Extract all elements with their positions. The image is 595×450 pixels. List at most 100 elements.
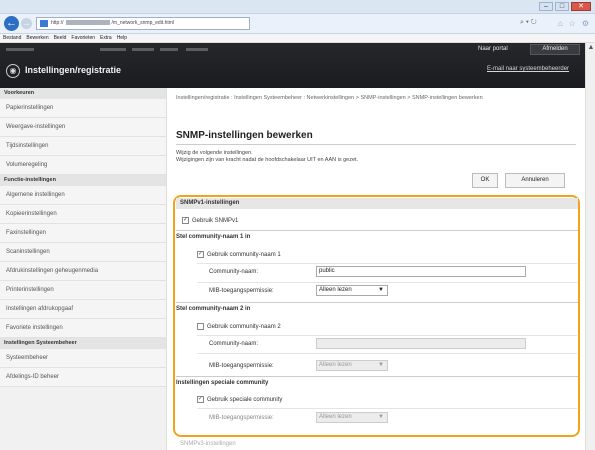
browser-menubar: Bestand Bewerken Beeld Favorieten Extra …	[0, 34, 595, 43]
use-community1-row[interactable]: ✓ Gebruik community-naam 1	[197, 251, 281, 258]
address-tools[interactable]: ⌕ ▾ ↻	[520, 19, 537, 27]
community1-name-label: Community-naam:	[209, 269, 259, 275]
settings-gear-icon[interactable]: ⚙	[582, 19, 589, 28]
window-controls: – □ ✕	[539, 2, 591, 11]
favorites-star-icon[interactable]: ☆	[569, 19, 576, 28]
use-community2-row[interactable]: Gebruik community-naam 2	[197, 323, 281, 330]
community2-mib-select: Alleen lezen ▼	[316, 360, 388, 371]
sidebar-item-paper[interactable]: Papierinstellingen	[0, 99, 166, 118]
row-divider	[197, 263, 577, 264]
sidebar-item-memory-media-print[interactable]: Afdrukinstellingen geheugenmedia	[0, 262, 166, 281]
sidebar-item-system-admin[interactable]: Systeembeheer	[0, 349, 166, 368]
menu-favorieten[interactable]: Favorieten	[71, 34, 95, 42]
community1-mib-select[interactable]: Alleen lezen ▼	[316, 285, 388, 296]
page-scrollbar[interactable]: ▲	[585, 43, 595, 450]
redacted-text	[6, 48, 34, 51]
sidebar-item-scan[interactable]: Scaninstellingen	[0, 243, 166, 262]
home-toolbar-icon[interactable]: ⌂	[558, 19, 563, 28]
sidebar-item-favorites[interactable]: Favoriete instellingen	[0, 319, 166, 338]
intro-line-2: Wijzigingen zijn van kracht nadat de hoo…	[176, 157, 359, 163]
row-divider	[197, 408, 577, 409]
forward-arrow-icon[interactable]: →	[21, 18, 32, 29]
use-community1-label: Gebruik community-naam 1	[207, 251, 281, 258]
community2-heading: Stel community-naam 2 in	[176, 306, 251, 312]
community2-mib-value: Alleen lezen	[319, 362, 352, 368]
page-favicon-icon	[40, 20, 48, 27]
app-title: Instellingen/registratie	[25, 65, 122, 75]
address-suffix: /m_network_snmp_edit.html	[111, 20, 175, 26]
address-bar[interactable]: http:// /m_network_snmp_edit.html	[36, 17, 250, 30]
address-prefix: http://	[51, 20, 64, 26]
sidebar-item-time[interactable]: Tijdsinstellingen	[0, 137, 166, 156]
use-community2-checkbox[interactable]	[197, 323, 204, 330]
use-snmpv1-label: Gebruik SNMPv1	[192, 217, 239, 224]
sidebar-section-admin: Instellingen Systeembeheer	[0, 338, 166, 349]
main-content: Instellingen/registratie : Instellingen …	[167, 88, 585, 450]
intro-line-1: Wijzig de volgende instellingen.	[176, 150, 253, 156]
community1-name-input[interactable]: public	[316, 266, 526, 277]
row-divider	[197, 353, 577, 354]
use-snmpv1-row[interactable]: ✓ Gebruik SNMPv1	[182, 217, 238, 224]
close-button[interactable]: ✕	[571, 2, 591, 11]
redacted-text	[100, 48, 126, 51]
sidebar-item-fax[interactable]: Faxinstellingen	[0, 224, 166, 243]
sidebar-item-display[interactable]: Weergave-instellingen	[0, 118, 166, 137]
menu-extra[interactable]: Extra	[100, 34, 112, 42]
divider	[176, 230, 578, 231]
address-tools-icons[interactable]: ⌕ ▾ ↻	[520, 19, 537, 27]
sidebar-item-printer[interactable]: Printerinstellingen	[0, 281, 166, 300]
sidebar-item-copy[interactable]: Kopieerinstellingen	[0, 205, 166, 224]
browser-titlebar: – □ ✕	[0, 0, 595, 14]
maximize-button[interactable]: □	[555, 2, 569, 11]
logout-button[interactable]: Afmelden	[530, 44, 580, 55]
menu-beeld[interactable]: Beeld	[54, 34, 67, 42]
snmpv1-section-header: SNMPv1-instellingen	[176, 198, 578, 209]
sidebar-item-print-job[interactable]: Instellingen afdrukopgaaf	[0, 300, 166, 319]
special-mib-select[interactable]: Alleen lezen ▼	[316, 412, 388, 423]
use-special-community-label: Gebruik speciale community	[207, 396, 283, 403]
mail-admin-link[interactable]: E-mail naar systeembeheerder	[487, 66, 569, 72]
app-header: Naar portal Afmelden ◉ Instellingen/regi…	[0, 43, 585, 88]
sidebar: Voorkeuren Papierinstellingen Weergave-i…	[0, 88, 167, 450]
cancel-button[interactable]: Annuleren	[505, 173, 565, 188]
sidebar-item-department-id[interactable]: Afdelings-ID beheer	[0, 368, 166, 387]
redacted-text	[160, 48, 178, 51]
sidebar-section-preferences: Voorkeuren	[0, 88, 166, 99]
menu-help[interactable]: Help	[117, 34, 127, 42]
sidebar-item-volume[interactable]: Volumeregeling	[0, 156, 166, 175]
use-snmpv1-checkbox[interactable]: ✓	[182, 217, 189, 224]
sidebar-item-general[interactable]: Algemene instellingen	[0, 186, 166, 205]
use-special-community-checkbox[interactable]: ✓	[197, 396, 204, 403]
community1-mib-value: Alleen lezen	[319, 287, 352, 293]
menu-bewerken[interactable]: Bewerken	[26, 34, 48, 42]
special-community-heading: Instellingen speciale community	[176, 380, 269, 386]
title-divider	[176, 144, 576, 145]
ok-button[interactable]: OK	[472, 173, 498, 188]
chevron-down-icon: ▼	[378, 362, 384, 368]
page-title: SNMP-instellingen bewerken	[176, 130, 313, 141]
browser-toolbar-icons: ⌂ ☆ ⚙	[558, 19, 589, 28]
minimize-button[interactable]: –	[539, 2, 553, 11]
community2-name-input	[316, 338, 526, 349]
use-special-community-row[interactable]: ✓ Gebruik speciale community	[197, 396, 282, 403]
menu-bestand[interactable]: Bestand	[3, 34, 21, 42]
divider	[176, 302, 578, 303]
breadcrumb: Instellingen/registratie : Instellingen …	[176, 95, 483, 101]
scroll-up-icon[interactable]: ▲	[586, 43, 595, 53]
settings-home-icon[interactable]: ◉	[6, 64, 20, 78]
divider	[176, 376, 578, 377]
snmpv3-section-header: SNMPv3-instellingen	[180, 441, 236, 447]
use-community1-checkbox[interactable]: ✓	[197, 251, 204, 258]
use-community2-label: Gebruik community-naam 2	[207, 323, 281, 330]
special-mib-label: MIB-toegangspermissie:	[209, 415, 274, 421]
browser-navbar: ← → http:// /m_network_snmp_edit.html ⌕ ▾…	[0, 14, 595, 34]
portal-link[interactable]: Naar portal	[478, 46, 508, 52]
address-redacted	[65, 20, 110, 26]
chevron-down-icon: ▼	[378, 414, 384, 420]
back-arrow-icon[interactable]: ←	[4, 16, 19, 31]
intro-text: Wijzig de volgende instellingen. Wijzigi…	[176, 150, 358, 164]
redacted-text	[186, 48, 208, 51]
header-top-strip: Naar portal Afmelden	[0, 43, 585, 57]
row-divider	[197, 282, 577, 283]
community1-heading: Stel community-naam 1 in	[176, 234, 251, 240]
